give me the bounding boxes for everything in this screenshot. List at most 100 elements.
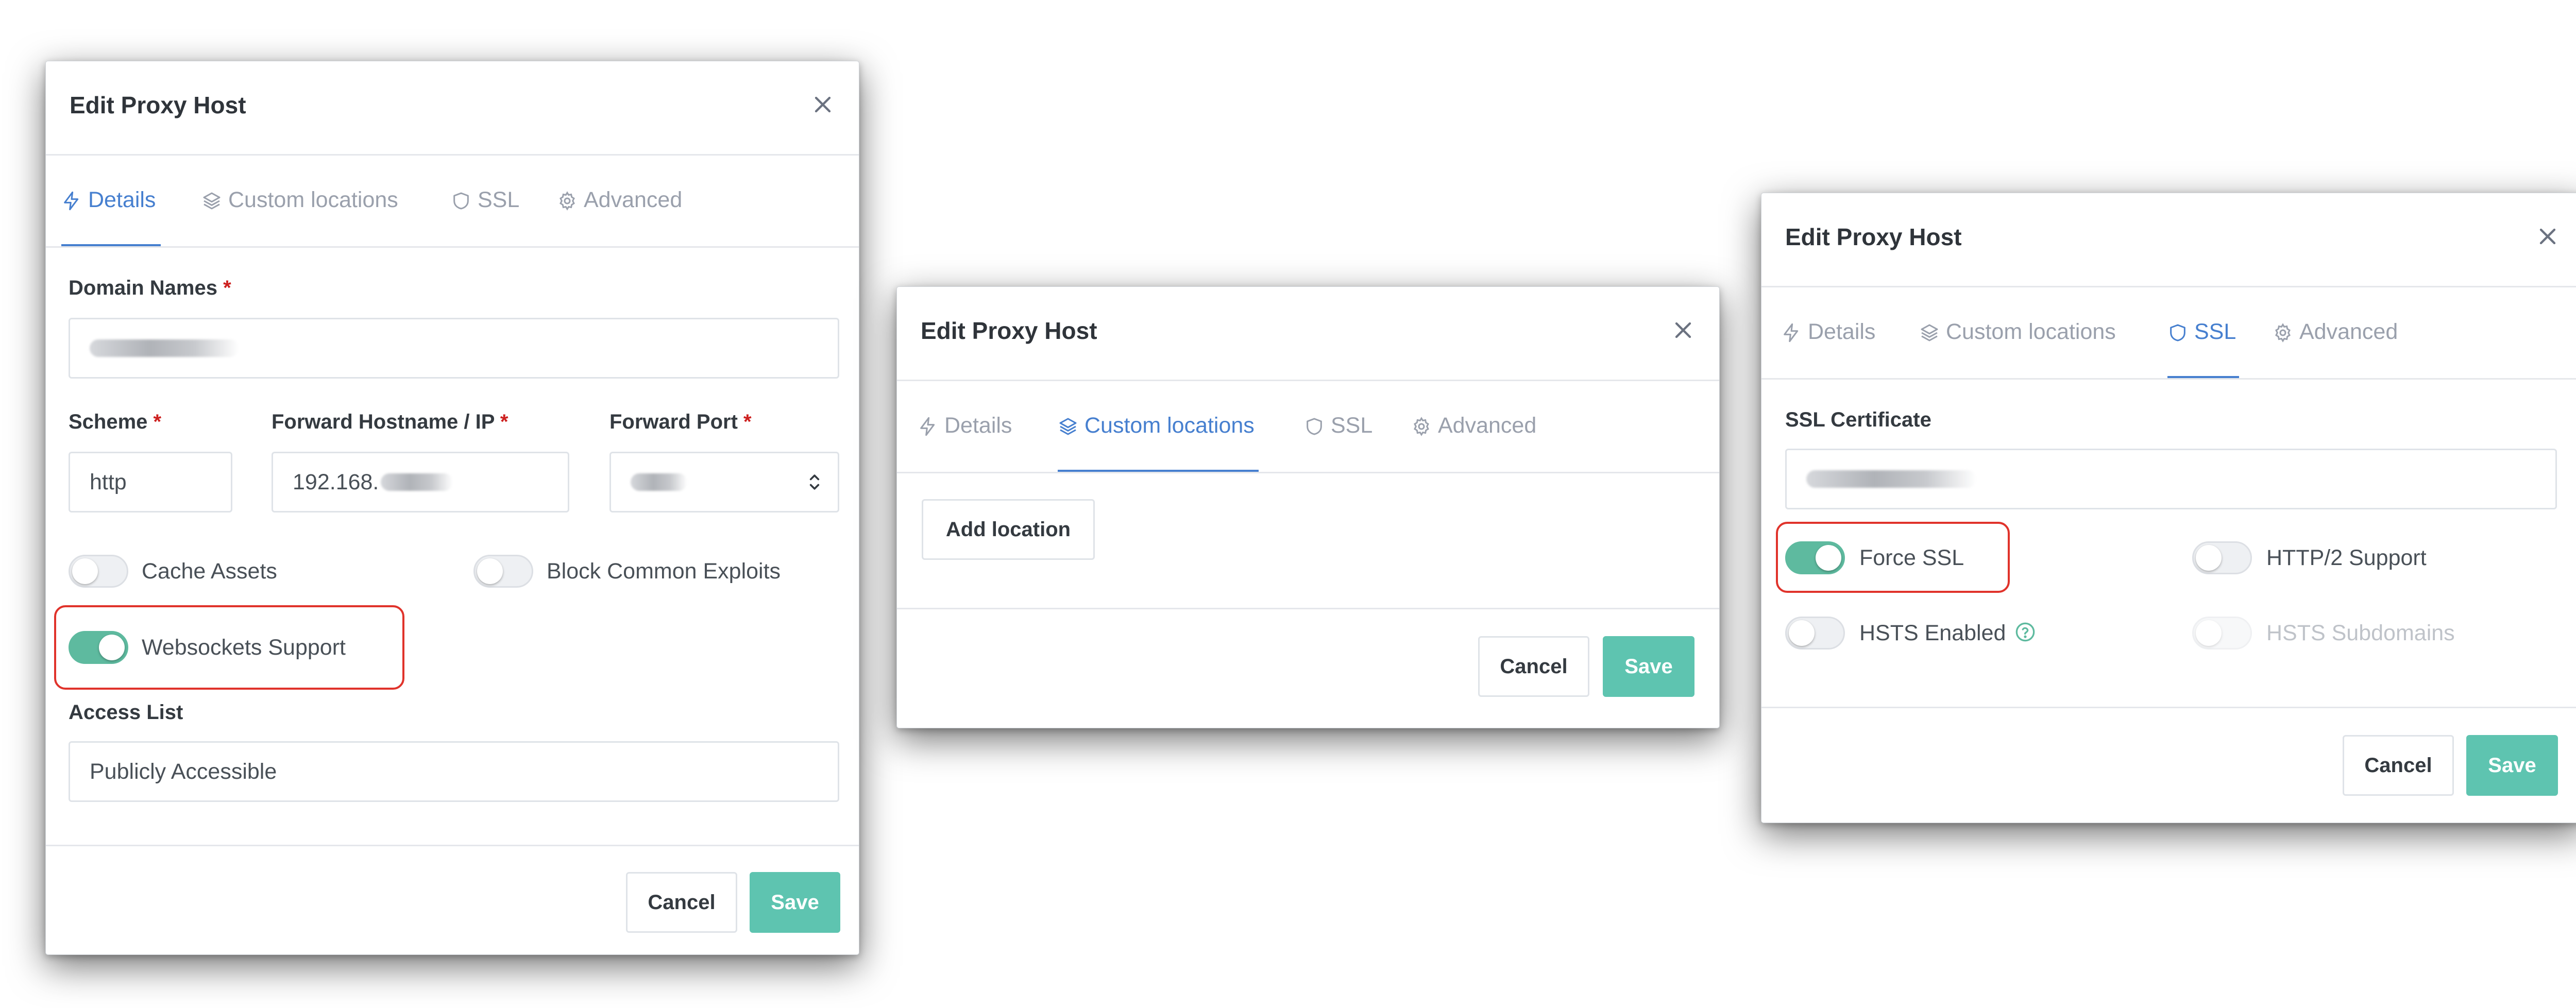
tab-ssl[interactable]: SSL bbox=[1304, 413, 1372, 472]
hsts-enabled-label: HSTS Enabled bbox=[1859, 621, 2036, 646]
modal-header: Edit Proxy Host bbox=[46, 61, 859, 156]
cache-assets-toggle[interactable] bbox=[69, 555, 128, 588]
shield-icon bbox=[2170, 324, 2185, 341]
domain-names-label: Domain Names * bbox=[69, 277, 231, 299]
tab-bar: Details Custom locations SSL Advanced bbox=[1761, 287, 2576, 380]
websockets-support-label: Websockets Support bbox=[142, 635, 346, 660]
forward-hostname-label: Forward Hostname / IP * bbox=[272, 411, 509, 433]
gear-icon bbox=[560, 191, 575, 211]
block-common-exploits-toggle[interactable] bbox=[473, 555, 533, 588]
tab-custom-locations[interactable]: Custom locations bbox=[1058, 413, 1259, 472]
toggle-knob bbox=[1789, 620, 1815, 646]
layers-icon bbox=[1921, 324, 1938, 341]
close-icon[interactable] bbox=[809, 91, 836, 118]
cancel-button[interactable]: Cancel bbox=[626, 872, 737, 933]
scheme-input[interactable]: http bbox=[69, 452, 232, 512]
tab-label: Custom locations bbox=[1946, 319, 2116, 344]
cancel-button[interactable]: Cancel bbox=[1478, 636, 1589, 697]
tab-label: Custom locations bbox=[228, 187, 398, 212]
toggle-knob bbox=[477, 558, 503, 584]
tab-advanced[interactable]: Advanced bbox=[557, 187, 682, 246]
redacted-certificate bbox=[1806, 470, 1976, 488]
force-ssl-label: Force SSL bbox=[1859, 545, 1964, 570]
tab-custom-locations[interactable]: Custom locations bbox=[201, 187, 398, 246]
save-button[interactable]: Save bbox=[2466, 735, 2558, 796]
modal-footer: Cancel Save bbox=[897, 608, 1719, 728]
tab-bar: Details Custom locations SSL Advanced bbox=[897, 381, 1719, 473]
modal-header: Edit Proxy Host bbox=[1761, 193, 2576, 287]
websockets-support-toggle[interactable] bbox=[69, 631, 128, 664]
tab-advanced[interactable]: Advanced bbox=[1411, 413, 1536, 472]
gear-icon bbox=[1414, 417, 1429, 436]
tab-label: SSL bbox=[1331, 413, 1373, 438]
tab-ssl[interactable]: SSL bbox=[2167, 319, 2240, 378]
close-icon[interactable] bbox=[1670, 317, 1697, 344]
domain-names-input[interactable] bbox=[69, 318, 839, 379]
hsts-enabled-toggle[interactable] bbox=[1785, 617, 1845, 650]
layers-icon bbox=[1059, 418, 1077, 435]
layers-icon bbox=[203, 192, 221, 210]
access-list-select[interactable]: Publicly Accessible bbox=[69, 741, 839, 802]
edit-proxy-host-modal-ssl: Edit Proxy Host Details Custom locations… bbox=[1761, 193, 2576, 823]
tab-label: SSL bbox=[2194, 319, 2236, 344]
ssl-certificate-select[interactable] bbox=[1785, 449, 2557, 509]
tab-label: Details bbox=[944, 413, 1012, 438]
tab-bar: Details Custom locations SSL Advanced bbox=[46, 156, 859, 248]
hsts-subdomains-toggle[interactable] bbox=[2192, 617, 2252, 650]
toggle-knob bbox=[72, 558, 98, 584]
close-icon[interactable] bbox=[2534, 223, 2561, 250]
http2-support-toggle[interactable] bbox=[2192, 541, 2252, 574]
tab-label: Details bbox=[88, 187, 156, 212]
tab-label: SSL bbox=[478, 187, 520, 212]
bolt-icon bbox=[64, 191, 79, 211]
ssl-certificate-label: SSL Certificate bbox=[1785, 408, 1931, 431]
tab-label: Custom locations bbox=[1084, 413, 1255, 438]
toggle-knob bbox=[1816, 545, 1841, 571]
tab-advanced[interactable]: Advanced bbox=[2273, 319, 2398, 378]
cache-assets-label: Cache Assets bbox=[142, 559, 277, 584]
modal-title: Edit Proxy Host bbox=[70, 92, 246, 118]
tab-label: Details bbox=[1808, 319, 1876, 344]
modal-title: Edit Proxy Host bbox=[1785, 224, 1962, 250]
shield-icon bbox=[1307, 418, 1322, 435]
tab-custom-locations[interactable]: Custom locations bbox=[1919, 319, 2116, 378]
hsts-subdomains-label: HSTS Subdomains bbox=[2266, 621, 2455, 645]
up-down-stepper-icon[interactable] bbox=[809, 471, 820, 493]
save-button[interactable]: Save bbox=[1603, 636, 1694, 697]
cancel-button[interactable]: Cancel bbox=[2343, 735, 2454, 796]
edit-proxy-host-modal-details: Edit Proxy Host Details Custom locations… bbox=[45, 61, 859, 955]
modal-header: Edit Proxy Host bbox=[897, 287, 1719, 381]
redacted-domain bbox=[90, 339, 239, 357]
save-button[interactable]: Save bbox=[750, 872, 840, 933]
modal-title: Edit Proxy Host bbox=[921, 317, 1097, 344]
tab-label: Advanced bbox=[1438, 413, 1537, 438]
forward-port-label: Forward Port * bbox=[609, 411, 752, 433]
tab-label: Advanced bbox=[2299, 319, 2398, 344]
bolt-icon bbox=[920, 417, 935, 436]
forward-hostname-input[interactable]: 192.168. bbox=[272, 452, 569, 512]
tab-details[interactable]: Details bbox=[918, 413, 1012, 472]
modal-footer: Cancel Save bbox=[46, 845, 859, 954]
toggle-knob bbox=[2196, 620, 2222, 646]
gear-icon bbox=[2275, 323, 2291, 343]
tab-details[interactable]: Details bbox=[1781, 319, 1875, 378]
scheme-label: Scheme * bbox=[69, 411, 162, 433]
access-list-label: Access List bbox=[69, 701, 183, 724]
bolt-icon bbox=[1784, 323, 1799, 343]
toggle-knob bbox=[2196, 545, 2222, 571]
edit-proxy-host-modal-custom-locations: Edit Proxy Host Details Custom locations… bbox=[896, 286, 1720, 728]
block-common-exploits-label: Block Common Exploits bbox=[547, 559, 781, 584]
http2-support-label: HTTP/2 Support bbox=[2266, 545, 2427, 570]
help-circle-icon[interactable] bbox=[2015, 622, 2036, 642]
tab-ssl[interactable]: SSL bbox=[451, 187, 519, 246]
force-ssl-toggle[interactable] bbox=[1785, 541, 1845, 574]
tab-label: Advanced bbox=[584, 187, 683, 212]
redacted-ip bbox=[381, 473, 453, 491]
forward-port-input[interactable] bbox=[609, 452, 839, 512]
shield-icon bbox=[453, 192, 469, 210]
toggle-knob bbox=[99, 635, 125, 660]
redacted-port bbox=[631, 473, 687, 491]
tab-details[interactable]: Details bbox=[61, 187, 161, 246]
add-location-button[interactable]: Add location bbox=[922, 499, 1095, 560]
modal-footer: Cancel Save bbox=[1761, 707, 2576, 823]
